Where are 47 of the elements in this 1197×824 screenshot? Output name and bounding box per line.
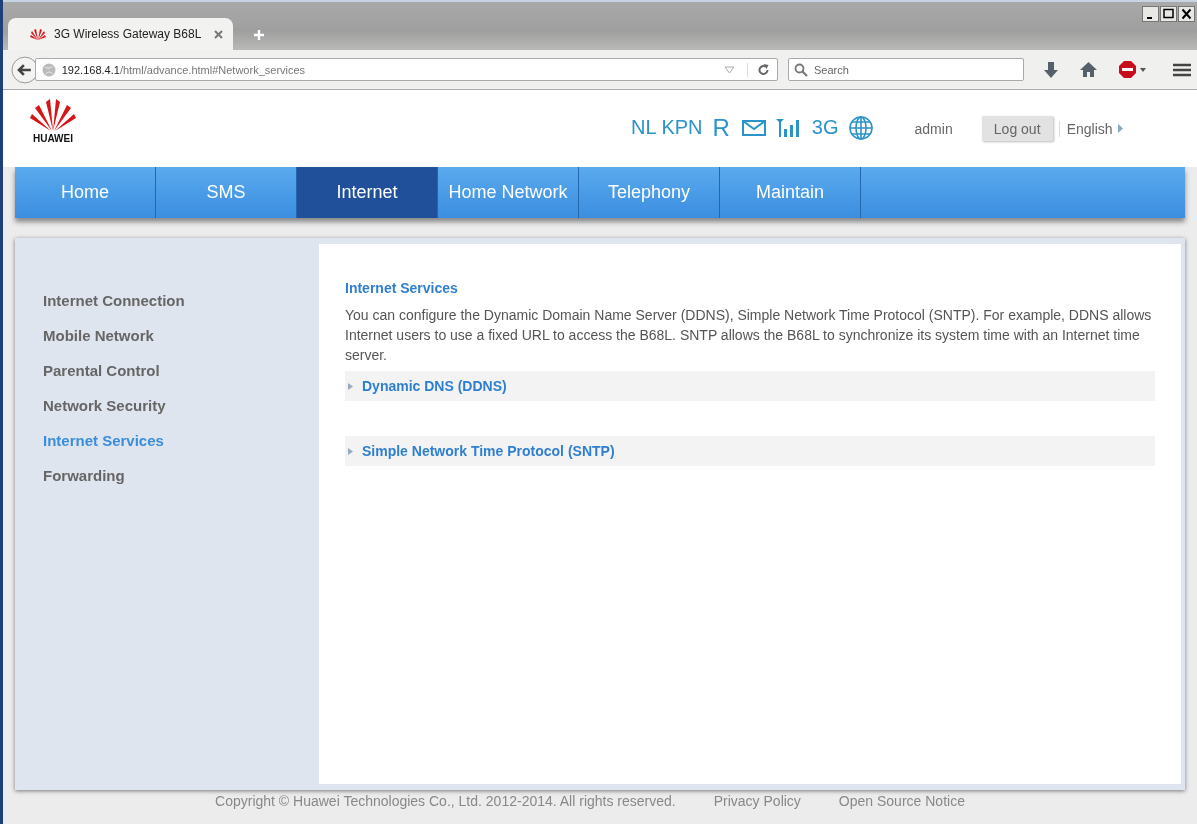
- sidebar-item[interactable]: Internet Services: [15, 432, 319, 467]
- globe-icon: [848, 115, 873, 140]
- caret-icon: [1117, 124, 1123, 133]
- language-selector[interactable]: English: [1058, 120, 1123, 137]
- accordion-header[interactable]: Simple Network Time Protocol (SNTP): [345, 436, 1155, 466]
- copyright-text: Copyright © Huawei Technologies Co., Ltd. 2012-2014. All rights reserved.: [215, 793, 676, 809]
- globe-icon: [41, 62, 56, 77]
- maximize-icon[interactable]: [1160, 6, 1177, 22]
- nav-tab[interactable]: Internet: [297, 167, 438, 218]
- signal-icon: [775, 118, 802, 137]
- nav-tab[interactable]: Home Network: [438, 167, 579, 218]
- caret-icon: [348, 382, 353, 390]
- logo-icon: [30, 99, 76, 131]
- close-icon[interactable]: [1178, 6, 1195, 22]
- footer-link[interactable]: Privacy Policy: [713, 793, 801, 809]
- menu-icon[interactable]: [1173, 62, 1191, 77]
- sidebar-item[interactable]: Mobile Network: [15, 327, 319, 362]
- description-text: You can configure the Dynamic Domain Name Server (DDNS), Simple Network Time Protocol (SNTP). For example, DDNS allows Internet users to use a fixed URL to access the B68L. SNTP allows the B68L to synchronize its system time with an Internet time server.: [345, 306, 1153, 365]
- sidebar-item[interactable]: Internet Connection: [15, 292, 319, 327]
- envelope-icon[interactable]: [741, 119, 766, 136]
- logo-icon: [30, 28, 46, 40]
- home-icon[interactable]: [1080, 62, 1097, 77]
- sidebar-item[interactable]: Parental Control: [15, 362, 319, 397]
- search-field[interactable]: Search: [788, 58, 1024, 81]
- sidebar-item[interactable]: Network Security: [15, 397, 319, 432]
- stop-sign-icon[interactable]: [1119, 60, 1147, 79]
- footer-link[interactable]: Open Source Notice: [838, 793, 965, 809]
- nav-tab[interactable]: Telephony: [579, 167, 720, 218]
- url-field[interactable]: 192.168.4.1/html/advance.html#Network_services: [34, 58, 778, 81]
- nav-tab[interactable]: Home: [15, 167, 156, 218]
- logo-text: HUAWEI: [33, 133, 73, 144]
- reload-icon[interactable]: [747, 62, 771, 77]
- tab-title: 3G Wireless Gateway B68L: [54, 27, 203, 41]
- download-icon[interactable]: [1044, 61, 1058, 78]
- section-title: Internet Services: [345, 280, 459, 296]
- sidebar-item[interactable]: Forwarding: [15, 467, 319, 502]
- plus-icon[interactable]: [253, 29, 265, 41]
- nav-tab[interactable]: Maintain: [720, 167, 861, 218]
- username: admin: [914, 120, 953, 137]
- browser-tab[interactable]: 3G Wireless Gateway B68L: [8, 18, 233, 50]
- logout-button[interactable]: Log out: [981, 116, 1053, 141]
- caret-icon: [348, 447, 353, 455]
- operator-name: NL KPN: [631, 116, 703, 139]
- accordion-header[interactable]: Dynamic DNS (DDNS): [345, 371, 1155, 401]
- network-type: 3G: [811, 116, 839, 139]
- roaming-indicator: R: [712, 113, 730, 142]
- minimize-icon[interactable]: [1142, 6, 1159, 22]
